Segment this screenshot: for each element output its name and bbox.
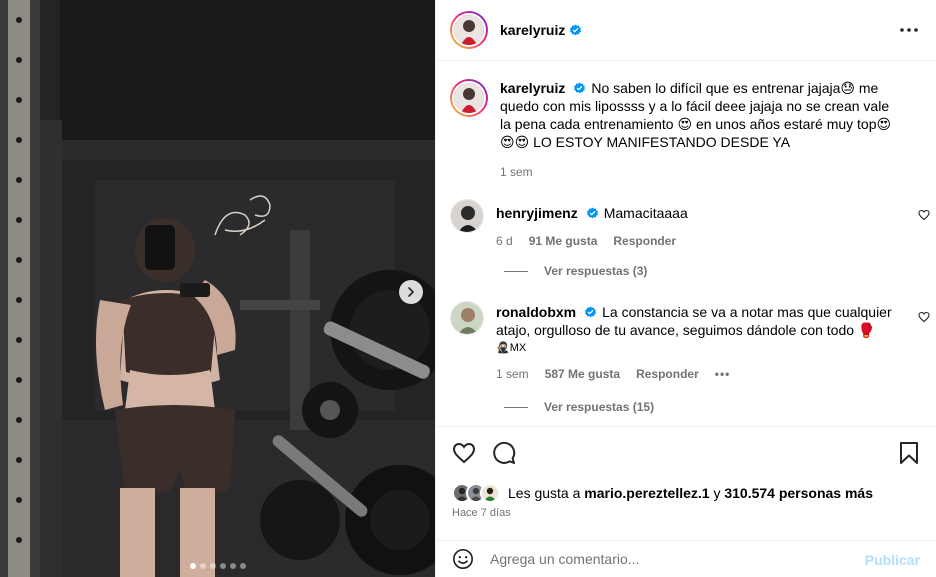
likes-conjunction: y (713, 485, 721, 501)
comment-text-line2: 🥷🏻MX (496, 342, 527, 354)
comment-likes-count[interactable]: 91 Me gusta (529, 234, 598, 248)
save-bookmark-icon[interactable] (898, 441, 920, 465)
emoji-smiley-icon[interactable] (452, 548, 474, 570)
like-heart-icon[interactable] (452, 441, 476, 465)
comments-list[interactable]: karelyruiz No saben lo difícil que es ent… (436, 61, 936, 426)
view-replies-label: Ver respuestas (3) (544, 264, 648, 278)
post-header: karelyruiz (436, 0, 936, 61)
caption-avatar-image (454, 83, 484, 113)
comment-reply-button[interactable]: Responder (613, 234, 676, 248)
author-avatar[interactable] (450, 11, 488, 49)
caption-username[interactable]: karelyruiz (500, 80, 565, 96)
post-date: Hace 7 días (452, 507, 511, 519)
caption-timestamp: 1 sem (500, 165, 533, 179)
view-replies-label: Ver respuestas (15) (544, 400, 655, 414)
verified-badge-icon (574, 82, 586, 94)
commenter-avatar[interactable] (450, 301, 484, 335)
more-options-icon[interactable] (899, 22, 919, 38)
carousel-indicator (0, 563, 435, 569)
post-details-panel: karelyruiz karelyruiz No saben lo difíci… (435, 0, 936, 577)
comment-composer: Publicar (436, 540, 936, 577)
carousel-dot (239, 563, 246, 569)
carousel-dot (209, 563, 216, 569)
comment-reply-button[interactable]: Responder (636, 367, 699, 381)
caption-avatar[interactable] (450, 79, 488, 117)
likes-text: Les gusta a mario.pereztellez.1 y 310.57… (508, 485, 873, 501)
comment-bubble-icon[interactable] (492, 441, 516, 465)
view-replies-button[interactable]: Ver respuestas (3) (504, 264, 647, 278)
commenter-username[interactable]: henryjimenz (496, 205, 578, 221)
post-caption: karelyruiz No saben lo difícil que es ent… (450, 79, 930, 179)
carousel-dot (219, 563, 226, 569)
comment-likes-count[interactable]: 587 Me gusta (545, 367, 620, 381)
commenter-avatar[interactable] (450, 199, 484, 233)
carousel-dot (229, 563, 236, 569)
comment-timestamp: 6 d (496, 234, 513, 248)
commenter-avatar-image (451, 200, 483, 232)
instagram-post-dialog: karelyruiz karelyruiz No saben lo difíci… (0, 0, 936, 577)
comment-like-heart-icon[interactable] (918, 311, 930, 323)
likes-count[interactable]: 310.574 personas más (724, 485, 873, 501)
comment-timestamp: 1 sem (496, 367, 529, 381)
liker-username[interactable]: mario.pereztellez.1 (584, 485, 709, 501)
comment-item: ronaldobxm La constancia se va a notar ma… (450, 301, 930, 381)
comment-input[interactable] (490, 551, 850, 567)
comment-item: henryjimenz Mamacitaaaa 6 d 91 Me gusta R… (450, 199, 930, 248)
likes-summary[interactable]: Les gusta a mario.pereztellez.1 y 310.57… (452, 483, 873, 503)
commenter-avatar-image (451, 302, 483, 334)
comment-more-options-button[interactable]: ••• (715, 367, 731, 381)
carousel-next-button[interactable] (399, 280, 423, 304)
verified-badge-icon (586, 207, 598, 219)
likes-prefix: Les gusta a (508, 485, 581, 501)
author-username[interactable]: karelyruiz (500, 22, 565, 38)
commenter-username[interactable]: ronaldobxm (496, 304, 576, 320)
comment-text: Mamacitaaaa (603, 205, 688, 221)
view-replies-button[interactable]: Ver respuestas (15) (504, 400, 654, 414)
author-avatar-image (454, 15, 484, 45)
post-photo[interactable] (0, 0, 435, 577)
carousel-dot (189, 563, 196, 569)
carousel-dot (199, 563, 206, 569)
post-actions: Les gusta a mario.pereztellez.1 y 310.57… (436, 426, 936, 531)
replies-divider (504, 270, 528, 272)
chevron-right-icon (408, 287, 414, 297)
gym-mirror-selfie-image (0, 0, 435, 577)
publish-button[interactable]: Publicar (865, 552, 920, 568)
comment-like-heart-icon[interactable] (918, 209, 930, 221)
replies-divider (504, 406, 528, 408)
liker-avatar (480, 483, 500, 503)
verified-badge-icon (585, 306, 597, 318)
verified-badge-icon (570, 24, 582, 35)
